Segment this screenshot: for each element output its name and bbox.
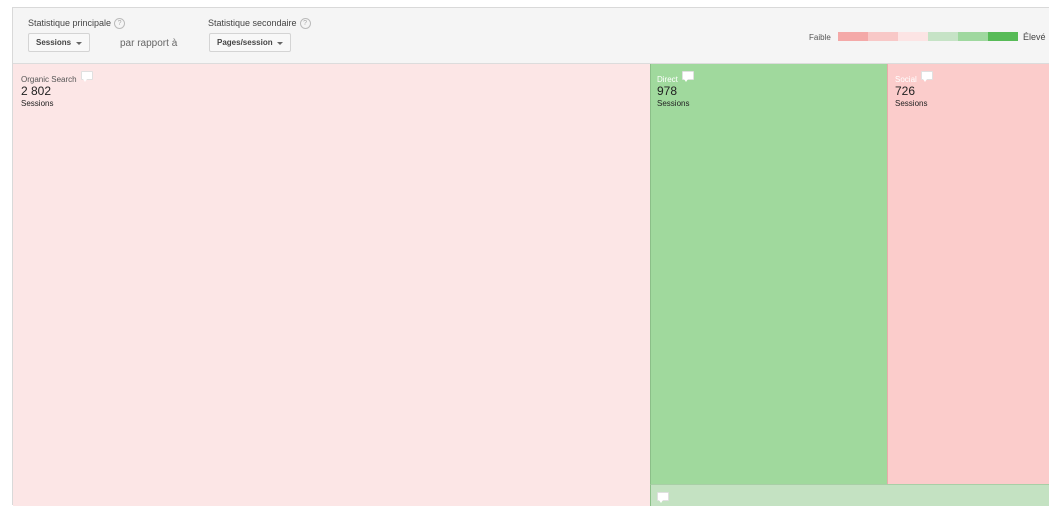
- legend-high-label: Élevé: [1023, 32, 1046, 42]
- treemap: Organic Search 2 802 Sessions Direct 978…: [13, 64, 1049, 506]
- tile-organic-search[interactable]: Organic Search 2 802 Sessions: [13, 64, 650, 506]
- secondary-metric-label-wrap: Statistique secondaire?: [208, 18, 311, 29]
- primary-metric-label: Statistique principale: [28, 18, 112, 28]
- help-icon[interactable]: ?: [114, 18, 126, 29]
- legend-low-label: Faible: [809, 33, 831, 42]
- chevron-down-icon: [277, 42, 283, 45]
- tile-label-wrap: Organic Search: [21, 71, 93, 84]
- legend-swatch: [928, 32, 958, 41]
- legend-swatch: [868, 32, 898, 41]
- tile-label-wrap: [657, 492, 669, 505]
- tile-label-wrap: Social: [895, 71, 933, 84]
- help-icon[interactable]: ?: [299, 18, 311, 29]
- tile-other[interactable]: [650, 484, 1049, 506]
- tile-name: Direct: [657, 75, 678, 84]
- versus-label: par rapport à: [120, 38, 178, 49]
- tile-metric: Sessions: [657, 99, 690, 108]
- primary-metric-value: Sessions: [36, 38, 72, 47]
- primary-metric-label-wrap: Statistique principale?: [28, 18, 126, 29]
- tile-value: 2 802: [21, 84, 52, 98]
- primary-metric-dropdown[interactable]: Sessions: [28, 33, 90, 52]
- tile-label-wrap: Direct: [657, 71, 694, 84]
- secondary-metric-label: Statistique secondaire: [208, 18, 297, 28]
- chevron-down-icon: [76, 42, 82, 45]
- tile-metric: Sessions: [895, 99, 928, 108]
- annotation-icon[interactable]: [920, 71, 933, 82]
- treemap-panel: Statistique principale? Sessions par rap…: [12, 7, 1049, 506]
- annotation-icon[interactable]: [657, 492, 669, 503]
- tile-name: Social: [895, 75, 917, 84]
- tile-direct[interactable]: Direct 978 Sessions: [650, 64, 887, 484]
- tile-value: 978: [657, 84, 678, 98]
- tile-name: Organic Search: [21, 75, 77, 84]
- secondary-metric-value: Pages/session: [217, 38, 273, 47]
- annotation-icon[interactable]: [681, 71, 694, 82]
- annotation-icon[interactable]: [80, 71, 93, 82]
- tile-social[interactable]: Social 726 Sessions: [887, 64, 1049, 484]
- controls-bar: Statistique principale? Sessions par rap…: [13, 8, 1049, 64]
- tile-value: 726: [895, 84, 916, 98]
- legend-swatch: [898, 32, 928, 41]
- legend-swatch: [988, 32, 1018, 41]
- secondary-metric-dropdown[interactable]: Pages/session: [209, 33, 291, 52]
- legend-swatch: [838, 32, 868, 41]
- legend-swatch: [958, 32, 988, 41]
- tile-metric: Sessions: [21, 99, 54, 108]
- legend-color-scale: [838, 32, 1018, 41]
